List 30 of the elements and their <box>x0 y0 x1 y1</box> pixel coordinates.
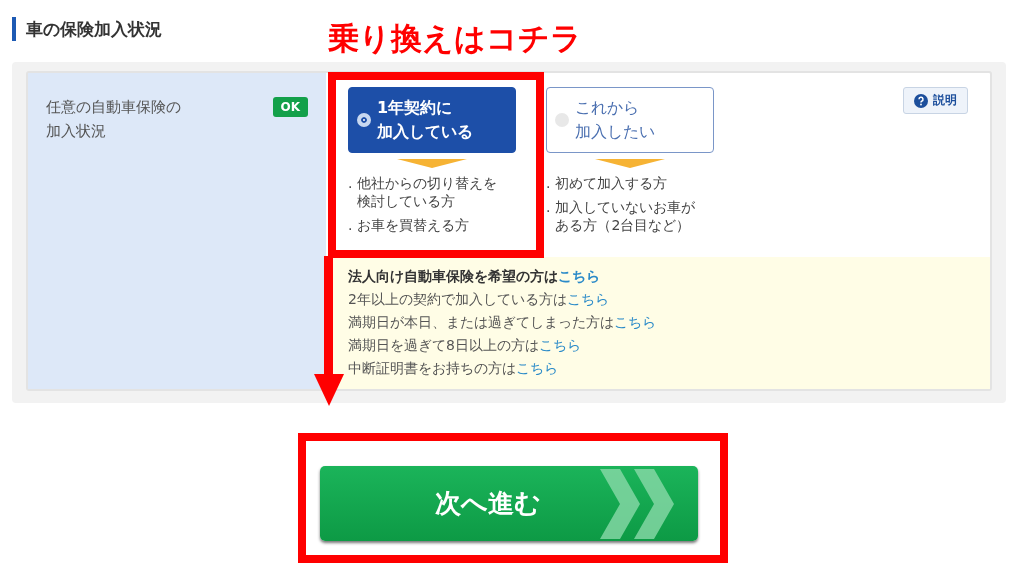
annotation-title: 乗り換えはコチラ <box>328 19 582 58</box>
info-text: 満期日が本日、または過ぎてしまった方は こちら <box>348 313 657 332</box>
note-text: 加入していないお車が ある方（2台目など） <box>555 198 696 235</box>
info-text: 2年以上の契約で加入している方は こちら <box>348 290 610 309</box>
pointer-icon <box>397 159 467 168</box>
note-text: 他社からの切り替えを 検討している方 <box>357 174 498 211</box>
field-label: 任意の自動車保険の 加入状況 <box>46 97 181 142</box>
note-text: 初めて加入する方 <box>555 174 668 193</box>
info-text: 満期日を過ぎて8日以上の方は こちら <box>348 336 582 355</box>
link[interactable]: こちら <box>516 360 558 376</box>
link[interactable]: こちら <box>614 314 656 330</box>
bullet-mark: . <box>348 216 353 235</box>
chevrons-icon <box>600 468 676 539</box>
help-icon <box>914 93 928 108</box>
section-title: 車の保険加入状況 <box>26 17 162 41</box>
help-button[interactable]: 説明 <box>903 87 968 114</box>
info-text: 中断証明書をお持ちの方は こちら <box>348 359 559 378</box>
link[interactable]: こちら <box>538 337 581 353</box>
status-badge: OK <box>272 97 308 117</box>
note-text: お車を買替える方 <box>357 216 470 235</box>
option-button[interactable]: 1年契約に 加入している <box>348 87 516 153</box>
link[interactable]: こちら <box>558 268 600 284</box>
info-text: 法人向け自動車保険を希望の方はこちら <box>348 267 601 286</box>
bullet-mark: . <box>546 174 551 193</box>
link[interactable]: こちら <box>566 291 609 307</box>
pointer-icon <box>595 159 665 168</box>
bullet-mark: . <box>348 174 353 193</box>
bullet-mark: . <box>546 198 551 218</box>
next-button[interactable]: 次へ進む <box>320 466 698 541</box>
option-button[interactable]: これから 加入したい <box>546 87 714 153</box>
